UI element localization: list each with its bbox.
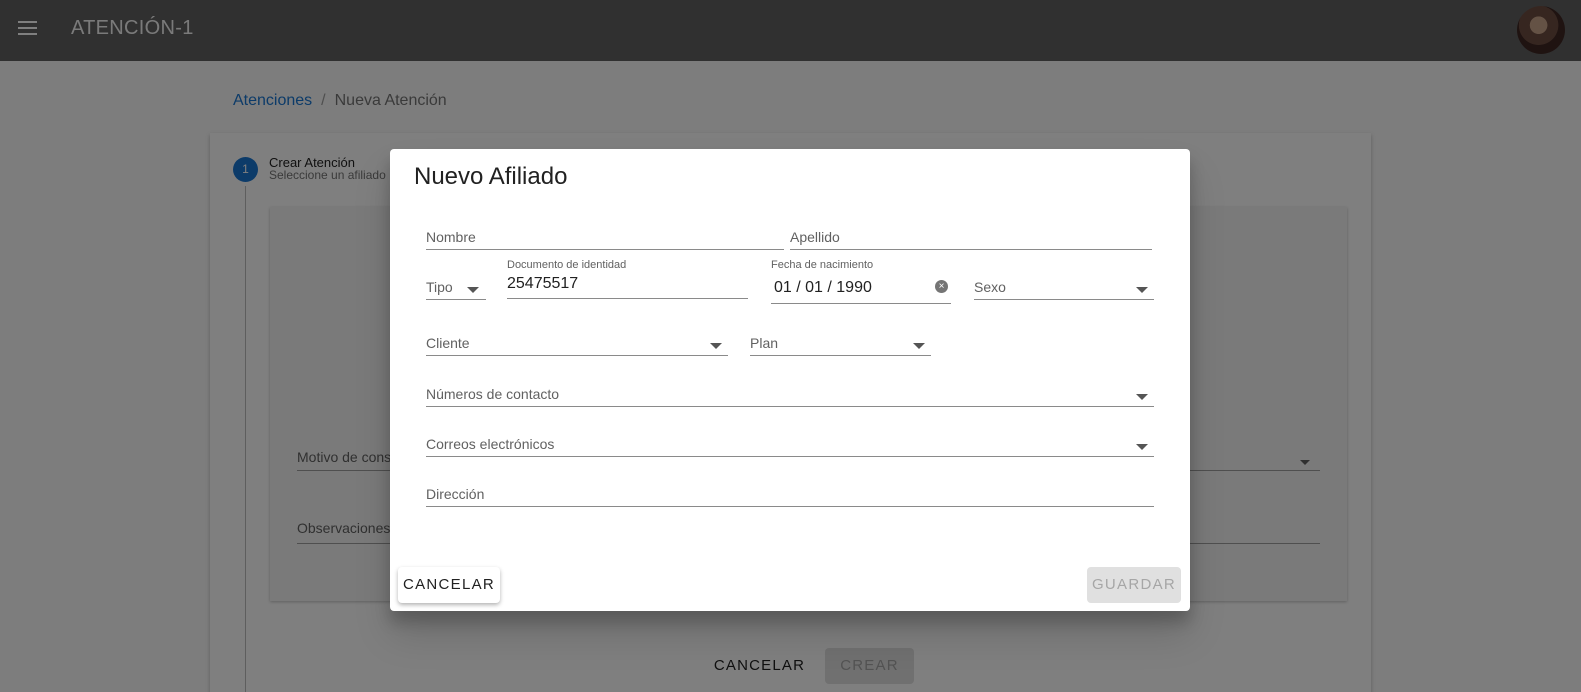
cancel-button[interactable]: CANCELAR xyxy=(398,567,500,603)
direccion-label: Dirección xyxy=(426,486,485,502)
cliente-label: Cliente xyxy=(426,335,470,351)
nuevo-afiliado-dialog: Nuevo Afiliado Nombre Apellido Tipo Docu… xyxy=(390,149,1190,611)
contactos-chevron-down-icon xyxy=(1136,394,1148,400)
direccion-field[interactable]: Dirección xyxy=(426,482,1154,507)
direccion-underline xyxy=(426,506,1154,507)
plan-select[interactable]: Plan xyxy=(750,331,931,356)
nombre-label: Nombre xyxy=(426,229,476,245)
documento-value: 25475517 xyxy=(507,275,579,292)
fecha-nacimiento-value: 01 / 01 / 1990 xyxy=(774,279,872,296)
dialog-title: Nuevo Afiliado xyxy=(414,163,568,190)
plan-underline xyxy=(750,355,931,356)
cliente-chevron-down-icon xyxy=(710,343,722,349)
fecha-nacimiento-label: Fecha de nacimiento xyxy=(771,259,874,271)
fecha-nacimiento-underline xyxy=(771,303,951,304)
tipo-underline xyxy=(426,299,486,300)
numeros-contacto-field[interactable]: Números de contacto xyxy=(426,382,1154,407)
sexo-chevron-down-icon xyxy=(1136,287,1148,293)
documento-label: Documento de identidad xyxy=(507,259,627,271)
tipo-select[interactable]: Tipo xyxy=(426,275,486,300)
apellido-field[interactable]: Apellido xyxy=(790,225,1152,250)
fecha-nacimiento-field[interactable]: Fecha de nacimiento 01 / 01 / 1990 × xyxy=(771,259,951,304)
sexo-label: Sexo xyxy=(974,279,1006,295)
clear-date-icon[interactable]: × xyxy=(935,280,948,293)
correos-label: Correos electrónicos xyxy=(426,436,555,452)
correos-underline xyxy=(426,456,1154,457)
sexo-underline xyxy=(974,299,1154,300)
apellido-label: Apellido xyxy=(790,229,840,245)
correos-field[interactable]: Correos electrónicos xyxy=(426,432,1154,457)
numeros-contacto-underline xyxy=(426,406,1154,407)
save-button[interactable]: GUARDAR xyxy=(1087,567,1181,603)
sexo-select[interactable]: Sexo xyxy=(974,275,1154,300)
apellido-underline xyxy=(790,249,1152,250)
cliente-underline xyxy=(426,355,728,356)
numeros-contacto-label: Números de contacto xyxy=(426,386,560,402)
nombre-underline xyxy=(426,249,784,250)
tipo-label: Tipo xyxy=(426,279,453,295)
plan-label: Plan xyxy=(750,335,779,351)
plan-chevron-down-icon xyxy=(913,343,925,349)
documento-field[interactable]: Documento de identidad 25475517 xyxy=(507,259,748,299)
cliente-select[interactable]: Cliente xyxy=(426,331,728,356)
documento-underline xyxy=(507,298,748,299)
correos-chevron-down-icon xyxy=(1136,444,1148,450)
tipo-chevron-down-icon xyxy=(467,287,479,293)
nombre-field[interactable]: Nombre xyxy=(426,225,784,250)
